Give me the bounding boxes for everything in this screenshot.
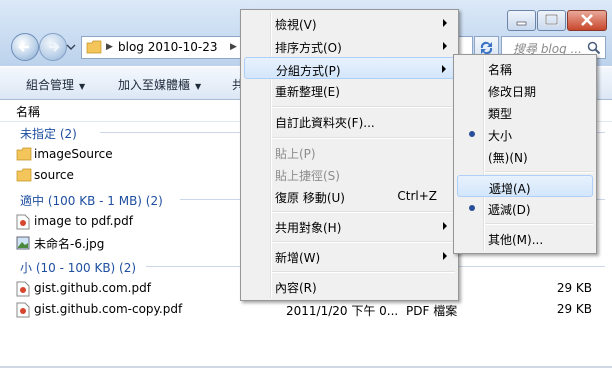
menu-separator [272,241,455,243]
file-size: 29 KB [556,302,592,316]
submenu-arrow-icon [443,252,447,260]
menu-separator [272,271,455,273]
menu-separator [485,223,593,225]
folder-icon [16,147,32,161]
forward-button[interactable] [39,33,67,61]
radio-selected-icon [469,205,475,211]
submenu-item-name[interactable]: 名稱 [457,57,593,79]
list-item[interactable]: gist.github.com-copy.pdf 2011/1/20 下午 0.… [16,300,606,320]
pdf-file-icon [16,281,30,297]
maximize-icon [545,14,558,25]
pdf-file-icon [16,302,30,318]
minimize-icon [516,21,527,26]
file-size: 29 KB [556,281,592,295]
context-menu: 檢視(V) 排序方式(O) 分組方式(P) 重新整理(E) 自訂此資料夾(F).… [240,9,459,301]
arrow-left-icon [18,42,29,52]
column-header-name[interactable]: 名稱 [16,103,40,120]
explorer-window: ▶ blog 2010-10-23 ▶ 搜尋 blog ... 組合管理 ▼ 加入… [0,0,612,368]
menu-separator [485,171,593,173]
submenu-arrow-icon [443,42,447,50]
menu-item-label: 修改日期 [488,85,537,99]
file-name: gist.github.com-copy.pdf [34,302,183,316]
file-type: PDF 檔案 [406,304,458,318]
menu-item-sort[interactable]: 排序方式(O) [244,35,455,57]
file-name: image to pdf.pdf [34,214,133,228]
chevron-down-icon: ▼ [195,82,202,91]
menu-item-group-by[interactable]: 分組方式(P) [244,57,455,79]
file-name: imageSource [34,147,113,161]
menu-item-label: 共用對象(H) [275,221,342,235]
image-file-icon [16,236,30,250]
menu-item-label: 類型 [488,107,513,121]
close-icon [581,14,593,26]
group-header-medium[interactable]: 適中 (100 KB - 1 MB) (2) [20,192,163,209]
organize-button[interactable]: 組合管理 ▼ [26,76,85,93]
menu-item-label: 貼上(P) [275,147,316,161]
add-to-library-label: 加入至媒體櫃 [118,78,191,92]
menu-item-label: 重新整理(E) [275,85,340,99]
submenu-arrow-icon [443,19,447,27]
file-date: 2011/1/20 下午 0... [286,304,399,318]
menu-item-label: 遞減(D) [488,203,531,217]
folder-icon [86,40,102,54]
folder-icon [16,168,32,182]
menu-item-label: 檢視(V) [275,18,317,32]
submenu-item-more[interactable]: 其他(M)... [457,227,593,249]
menu-item-properties[interactable]: 內容(R) [244,275,455,297]
back-button[interactable] [11,33,39,61]
submenu-arrow-icon [442,65,446,73]
recent-pages-dropdown[interactable] [66,42,76,52]
group-by-submenu: 名稱 修改日期 類型 大小 (無)(N) 遞增(A) 遞減(D) 其他(M)..… [453,54,597,254]
menu-item-undo-move[interactable]: 復原 移動(U) Ctrl+Z [244,185,455,207]
menu-item-refresh[interactable]: 重新整理(E) [244,79,455,101]
menu-item-label: 貼上捷徑(S) [275,169,340,183]
menu-item-label: 復原 移動(U) [275,191,345,205]
arrow-right-icon [49,42,60,52]
add-to-library-button[interactable]: 加入至媒體櫃 ▼ [118,76,201,93]
menu-item-paste-shortcut: 貼上捷徑(S) [244,163,455,185]
menu-item-label: (無)(N) [488,151,528,165]
organize-label: 組合管理 [26,78,75,92]
menu-item-label: 內容(R) [275,281,317,295]
menu-item-share-with[interactable]: 共用對象(H) [244,215,455,237]
minimize-button[interactable] [507,10,536,31]
breadcrumb[interactable]: blog 2010-10-23 [118,40,217,54]
search-icon[interactable] [587,41,601,55]
group-header-small[interactable]: 小 (10 - 100 KB) (2) [20,259,136,276]
file-name: source [34,168,74,182]
file-name: 未命名-6.jpg [34,237,105,251]
submenu-item-type[interactable]: 類型 [457,101,593,123]
pdf-file-icon [16,214,30,230]
breadcrumb-separator-icon[interactable]: ▶ [230,42,237,52]
submenu-item-descending[interactable]: 遞減(D) [457,197,593,219]
breadcrumb-separator-icon[interactable]: ▶ [106,42,113,52]
submenu-item-ascending[interactable]: 遞增(A) [457,175,593,197]
maximize-button[interactable] [537,10,566,31]
menu-item-label: 自訂此資料夾(F)... [275,116,375,130]
menu-item-view[interactable]: 檢視(V) [244,12,455,34]
keyboard-shortcut: Ctrl+Z [397,189,437,203]
menu-separator [272,106,455,108]
submenu-item-size[interactable]: 大小 [457,123,593,145]
submenu-item-date-modified[interactable]: 修改日期 [457,79,593,101]
group-header-unspecified[interactable]: 未指定 (2) [20,125,77,142]
menu-separator [272,211,455,213]
submenu-arrow-icon [443,222,447,230]
menu-item-label: 大小 [488,129,513,143]
menu-separator [272,137,455,139]
close-button[interactable] [567,10,607,31]
menu-item-customize-folder[interactable]: 自訂此資料夾(F)... [244,110,455,132]
menu-item-label: 新增(W) [275,251,321,265]
file-name: gist.github.com.pdf [34,281,151,295]
menu-item-label: 分組方式(P) [276,64,341,78]
radio-selected-icon [469,131,475,137]
menu-item-label: 其他(M)... [488,233,544,247]
chevron-down-icon: ▼ [79,82,86,91]
submenu-item-none[interactable]: (無)(N) [457,145,593,167]
menu-item-paste: 貼上(P) [244,141,455,163]
menu-item-label: 名稱 [488,63,513,77]
menu-item-new[interactable]: 新增(W) [244,245,455,267]
menu-item-label: 遞增(A) [489,182,531,196]
menu-item-label: 排序方式(O) [275,41,342,55]
